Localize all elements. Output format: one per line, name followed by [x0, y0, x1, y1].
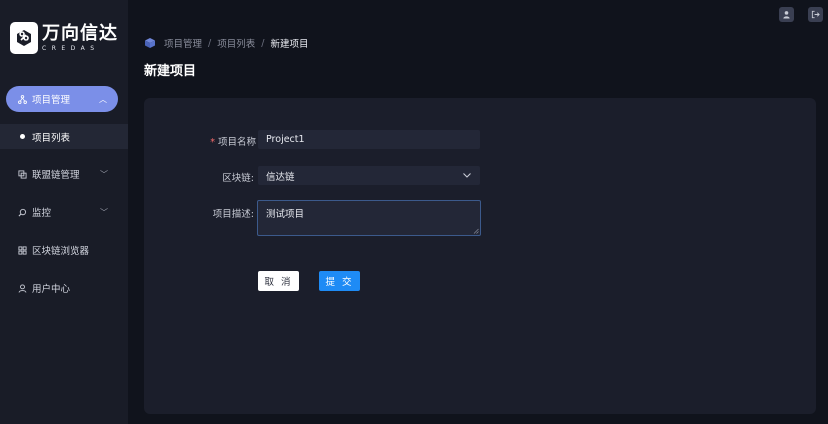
sidebar-subitem-project-list[interactable]: 项目列表 — [0, 124, 128, 149]
sidebar-item-label: 用户中心 — [32, 284, 71, 295]
sidebar-item-label: 项目管理 — [32, 95, 71, 106]
user-icon — [783, 11, 790, 19]
chevron-down-icon: ﹀ — [100, 207, 108, 217]
sidebar-item-block-explorer[interactable]: 区块链浏览器 — [0, 237, 128, 263]
brand-name-en: CREDAS — [42, 44, 100, 52]
project-name-input[interactable]: Project1 — [258, 130, 480, 149]
description-textarea[interactable]: 测试项目 — [257, 200, 481, 236]
sidebar-item-label: 监控 — [32, 208, 52, 219]
chevron-down-icon — [463, 173, 471, 178]
monitor-search-icon — [17, 207, 27, 217]
grid-icon — [17, 245, 27, 255]
resize-handle-icon[interactable] — [473, 228, 479, 234]
description-label: 项目描述: — [212, 209, 254, 220]
chevron-down-icon: ﹀ — [100, 169, 108, 179]
logout-icon — [811, 10, 820, 19]
sidebar-item-project-management[interactable]: 项目管理 ︿ — [6, 86, 118, 112]
page-title: 新建项目 — [144, 64, 197, 79]
project-name-value: Project1 — [266, 134, 305, 145]
sidebar-item-label: 区块链浏览器 — [32, 246, 90, 257]
submit-button[interactable]: 提 交 — [319, 271, 360, 291]
copy-icon — [17, 169, 27, 179]
breadcrumb: 项目管理 / 项目列表 / 新建项目 — [144, 36, 308, 50]
breadcrumb-item-current: 新建项目 — [270, 39, 309, 50]
chain-select-value: 信达链 — [266, 171, 295, 183]
sidebar: 万向信达 CREDAS 项目管理 ︿ 项目列表 联盟链管理 ﹀ 监控 ﹀ 区块链… — [0, 0, 128, 424]
sidebar-subitem-label: 项目列表 — [32, 132, 71, 144]
breadcrumb-separator: / — [208, 37, 212, 49]
user-icon — [17, 283, 27, 293]
chain-label: 区块链: — [222, 173, 254, 184]
bullet-icon — [20, 134, 25, 139]
sidebar-item-user-center[interactable]: 用户中心 — [0, 275, 128, 301]
sidebar-item-label: 联盟链管理 — [32, 170, 80, 181]
chevron-up-icon: ︿ — [99, 94, 107, 104]
breadcrumb-item-project-management[interactable]: 项目管理 — [164, 36, 202, 50]
breadcrumb-separator: / — [261, 37, 265, 49]
user-profile-button[interactable] — [779, 7, 794, 22]
network-icon — [17, 94, 27, 104]
logo-icon — [10, 22, 38, 54]
sidebar-item-monitor[interactable]: 监控 ﹀ — [0, 199, 128, 225]
description-value: 测试项目 — [266, 209, 305, 220]
logout-button[interactable] — [808, 7, 823, 22]
chain-select[interactable]: 信达链 — [258, 166, 480, 185]
breadcrumb-item-project-list[interactable]: 项目列表 — [217, 36, 255, 50]
cancel-button[interactable]: 取 消 — [258, 271, 299, 291]
sidebar-item-consortium-chain[interactable]: 联盟链管理 ﹀ — [0, 161, 128, 187]
cube-icon — [145, 38, 155, 48]
brand-logo[interactable]: 万向信达 CREDAS — [10, 22, 118, 54]
project-name-label: * 项目名称 — [210, 137, 256, 148]
brand-name-cn: 万向信达 — [42, 22, 118, 44]
required-mark: * — [210, 137, 215, 148]
